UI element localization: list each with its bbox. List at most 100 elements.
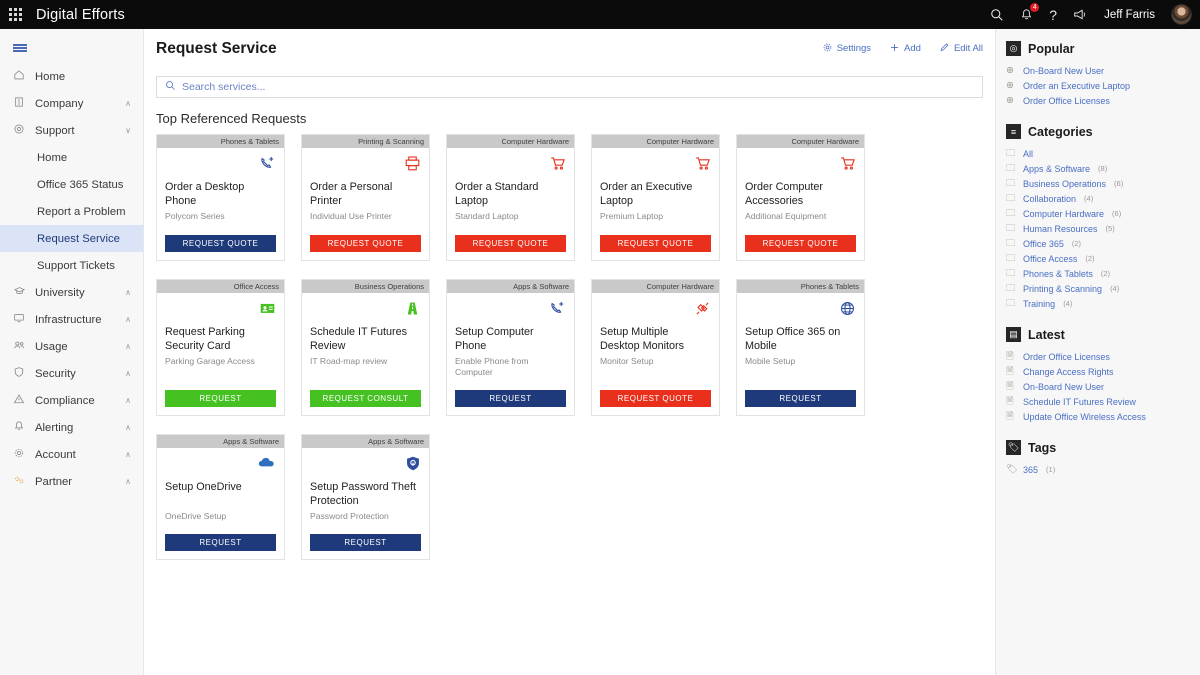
request-button[interactable]: REQUEST QUOTE xyxy=(600,390,711,407)
settings-button[interactable]: Settings xyxy=(822,42,871,56)
category-item-all[interactable]: 🗀 All xyxy=(1006,146,1200,161)
card-subtitle: Premium Laptop xyxy=(600,211,664,221)
globe-icon: ⊕ xyxy=(1006,95,1014,106)
card-subtitle: Individual Use Printer xyxy=(310,211,392,221)
sidebar-item-request-service[interactable]: Request Service xyxy=(0,225,143,252)
category-item-computer-hardware[interactable]: 🗀 Computer Hardware (6) xyxy=(1006,206,1200,221)
bell-icon xyxy=(13,420,35,435)
category-item-phones-tablets[interactable]: 🗀 Phones & Tablets (2) xyxy=(1006,266,1200,281)
notifications-bell-icon[interactable]: 4 xyxy=(1020,2,1040,22)
help-icon[interactable]: ? xyxy=(1049,7,1057,23)
latest-item[interactable]: 🗎 Schedule IT Futures Review xyxy=(1006,394,1200,409)
gear-icon xyxy=(13,447,35,462)
category-item-business-operations[interactable]: 🗀 Business Operations (6) xyxy=(1006,176,1200,191)
request-button[interactable]: REQUEST xyxy=(165,390,276,407)
card-title: Schedule IT Futures Review xyxy=(310,326,408,352)
section-title: Top Referenced Requests xyxy=(156,111,307,126)
category-item-office-365[interactable]: 🗀 Office 365 (2) xyxy=(1006,236,1200,251)
app-launcher-icon[interactable] xyxy=(0,8,30,21)
service-card[interactable]: Phones & Tablets Setup Office 365 on Mob… xyxy=(736,279,865,416)
sidebar-item-label: Partner xyxy=(35,475,73,488)
category-label: Apps & Software xyxy=(1023,163,1091,174)
popular-item[interactable]: ⊕ Order Office Licenses xyxy=(1006,93,1200,108)
category-item-collaboration[interactable]: 🗀 Collaboration (4) xyxy=(1006,191,1200,206)
sidebar-item-compliance[interactable]: Compliance ∧ xyxy=(0,387,143,414)
service-card[interactable]: Apps & Software Setup OneDrive OneDrive … xyxy=(156,434,285,560)
sidebar-item-partner[interactable]: Partner ∧ xyxy=(0,468,143,495)
cart-icon xyxy=(600,155,711,177)
edit-all-label: Edit All xyxy=(953,43,983,54)
service-card[interactable]: Computer Hardware Order a Standard Lapto… xyxy=(446,134,575,261)
category-item-human-resources[interactable]: 🗀 Human Resources (5) xyxy=(1006,221,1200,236)
tag-count: (1) xyxy=(1046,465,1056,474)
megaphone-icon[interactable] xyxy=(1073,8,1088,21)
service-card[interactable]: Phones & Tablets Order a Desktop Phone P… xyxy=(156,134,285,261)
request-button[interactable]: REQUEST QUOTE xyxy=(745,235,856,252)
request-button[interactable]: REQUEST CONSULT xyxy=(310,390,421,407)
add-label: Add xyxy=(904,43,921,54)
service-card[interactable]: Apps & Software Setup Password Theft Pro… xyxy=(301,434,430,560)
sidebar-item-report-a-problem[interactable]: Report a Problem xyxy=(0,198,143,225)
sidebar-item-usage[interactable]: Usage ∧ xyxy=(0,333,143,360)
sidebar-item-infrastructure[interactable]: Infrastructure ∧ xyxy=(0,306,143,333)
tag-item[interactable]: 🏷 365 (1) xyxy=(1006,462,1200,477)
category-item-printing-scanning[interactable]: 🗀 Printing & Scanning (4) xyxy=(1006,281,1200,296)
latest-item[interactable]: 🗎 Update Office Wireless Access xyxy=(1006,409,1200,424)
latest-item[interactable]: 🗎 Order Office Licenses xyxy=(1006,349,1200,364)
service-card[interactable]: Business Operations Schedule IT Futures … xyxy=(301,279,430,416)
sidebar-item-support-home[interactable]: Home xyxy=(0,144,143,171)
category-label: Office 365 xyxy=(1023,238,1064,249)
sidebar-item-alerting[interactable]: Alerting ∧ xyxy=(0,414,143,441)
search-icon[interactable] xyxy=(990,8,1004,22)
service-card[interactable]: Computer Hardware Order Computer Accesso… xyxy=(736,134,865,261)
user-name[interactable]: Jeff Farris xyxy=(1104,9,1155,21)
service-card[interactable]: Apps & Software Setup Computer Phone Ena… xyxy=(446,279,575,416)
card-title: Request Parking Security Card xyxy=(165,326,245,352)
sidebar-item-support-tickets[interactable]: Support Tickets xyxy=(0,252,143,279)
card-grid-row-2: Office Access Request Parking Security C… xyxy=(144,279,995,416)
popular-item[interactable]: ⊕ Order an Executive Laptop xyxy=(1006,78,1200,93)
request-button[interactable]: REQUEST QUOTE xyxy=(165,235,276,252)
service-card[interactable]: Printing & Scanning Order a Personal Pri… xyxy=(301,134,430,261)
service-card[interactable]: Office Access Request Parking Security C… xyxy=(156,279,285,416)
request-button[interactable]: REQUEST xyxy=(310,534,421,551)
category-count: (2) xyxy=(1071,239,1082,248)
category-item-office-access[interactable]: 🗀 Office Access (2) xyxy=(1006,251,1200,266)
sidebar-item-home[interactable]: Home xyxy=(0,63,143,90)
latest-item[interactable]: 🗎 Change Access Rights xyxy=(1006,364,1200,379)
request-button[interactable]: REQUEST xyxy=(455,390,566,407)
sidebar-item-company[interactable]: Company ∧ xyxy=(0,90,143,117)
search-bar[interactable] xyxy=(156,76,983,98)
request-button[interactable]: REQUEST xyxy=(165,534,276,551)
service-card[interactable]: Computer Hardware Order an Executive Lap… xyxy=(591,134,720,261)
page-header: Request Service Settings Add Edit All xyxy=(144,29,995,68)
category-label: Human Resources xyxy=(1023,223,1098,234)
category-item-training[interactable]: 🗀 Training (4) xyxy=(1006,296,1200,311)
sidebar-item-university[interactable]: University ∧ xyxy=(0,279,143,306)
sidebar-item-security[interactable]: Security ∧ xyxy=(0,360,143,387)
sidebar-toggle-icon[interactable] xyxy=(0,33,143,63)
request-button[interactable]: REQUEST QUOTE xyxy=(455,235,566,252)
request-button[interactable]: REQUEST QUOTE xyxy=(310,235,421,252)
add-button[interactable]: Add xyxy=(889,42,921,56)
popular-item[interactable]: ⊕ On-Board New User xyxy=(1006,63,1200,78)
card-category: Apps & Software xyxy=(447,280,574,293)
request-button[interactable]: REQUEST xyxy=(745,390,856,407)
folder-icon: 🗀 xyxy=(1006,267,1016,279)
category-label: Computer Hardware xyxy=(1023,208,1105,219)
search-input[interactable] xyxy=(182,81,974,93)
edit-all-button[interactable]: Edit All xyxy=(939,42,983,56)
latest-item[interactable]: 🗎 On-Board New User xyxy=(1006,379,1200,394)
folder-icon: 🗀 xyxy=(1006,177,1016,189)
request-button[interactable]: REQUEST QUOTE xyxy=(600,235,711,252)
card-subtitle: OneDrive Setup xyxy=(165,511,227,521)
avatar[interactable] xyxy=(1171,4,1192,25)
list-icon: ≡ xyxy=(1006,124,1021,139)
card-category: Computer Hardware xyxy=(447,135,574,148)
sidebar-item-account[interactable]: Account ∧ xyxy=(0,441,143,468)
category-item-apps-software[interactable]: 🗀 Apps & Software (8) xyxy=(1006,161,1200,176)
service-card[interactable]: Computer Hardware Setup Multiple Desktop… xyxy=(591,279,720,416)
sidebar-item-office-365-status[interactable]: Office 365 Status xyxy=(0,171,143,198)
sidebar-sub-label: Report a Problem xyxy=(37,205,126,218)
sidebar-item-support[interactable]: Support ∨ xyxy=(0,117,143,144)
